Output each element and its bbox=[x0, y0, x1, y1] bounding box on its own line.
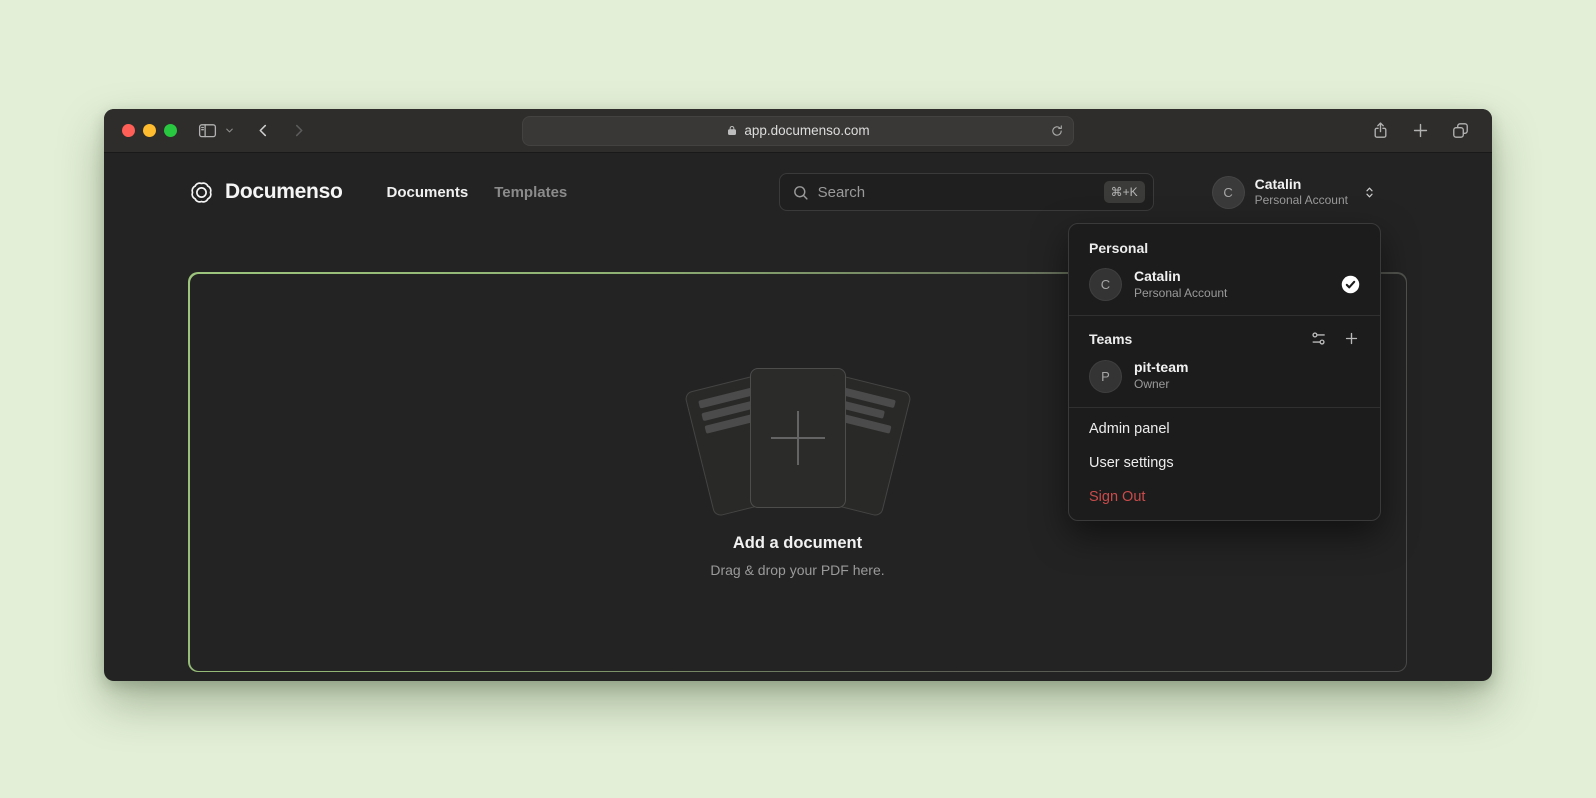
dropzone-title: Add a document bbox=[733, 534, 862, 553]
manage-teams-icon[interactable] bbox=[1310, 330, 1327, 347]
search-input[interactable]: Search ⌘+K bbox=[779, 173, 1154, 211]
titlebar-right-actions bbox=[1371, 121, 1470, 140]
back-button[interactable] bbox=[255, 122, 272, 139]
chevrons-up-down-icon bbox=[1362, 185, 1377, 200]
share-icon[interactable] bbox=[1371, 121, 1390, 140]
zoom-window-button[interactable] bbox=[164, 124, 177, 137]
add-team-icon[interactable] bbox=[1343, 330, 1360, 347]
avatar: C bbox=[1089, 268, 1122, 301]
new-tab-icon[interactable] bbox=[1411, 121, 1430, 140]
search-icon bbox=[792, 184, 809, 201]
chevron-down-icon[interactable] bbox=[224, 125, 235, 136]
brand-logo[interactable]: Documenso bbox=[188, 179, 343, 206]
browser-titlebar: app.documenso.com bbox=[104, 109, 1492, 153]
menu-separator bbox=[1069, 407, 1380, 408]
account-dropdown-menu: Personal C Catalin Personal Account Team… bbox=[1068, 223, 1381, 521]
account-menu-button[interactable]: C Catalin Personal Account bbox=[1212, 176, 1377, 209]
menu-item-user-settings[interactable]: User settings bbox=[1069, 446, 1380, 480]
dropzone-subtitle: Drag & drop your PDF here. bbox=[710, 562, 884, 578]
search-shortcut-badge: ⌘+K bbox=[1104, 181, 1145, 203]
documenso-logo-icon bbox=[188, 179, 215, 206]
menu-separator bbox=[1069, 315, 1380, 316]
close-window-button[interactable] bbox=[122, 124, 135, 137]
account-subtitle: Personal Account bbox=[1255, 193, 1348, 208]
avatar: C bbox=[1212, 176, 1245, 209]
plus-icon bbox=[771, 411, 825, 465]
tab-overview-icon[interactable] bbox=[1451, 121, 1470, 140]
search-placeholder: Search bbox=[818, 184, 866, 201]
address-bar[interactable]: app.documenso.com bbox=[522, 116, 1074, 146]
menu-team-item[interactable]: P pit-team Owner bbox=[1069, 353, 1380, 402]
empty-document-illustration bbox=[688, 366, 908, 516]
browser-window: app.documenso.com bbox=[104, 109, 1492, 681]
menu-account-subtitle: Personal Account bbox=[1134, 286, 1227, 302]
brand-name: Documenso bbox=[225, 180, 343, 204]
window-controls bbox=[122, 124, 177, 137]
app-header: Documenso Documents Templates Search ⌘+K… bbox=[104, 153, 1492, 231]
forward-button[interactable] bbox=[290, 122, 307, 139]
main-nav: Documents Templates bbox=[387, 184, 568, 201]
team-avatar: P bbox=[1089, 360, 1122, 393]
team-role: Owner bbox=[1134, 377, 1188, 393]
team-name: pit-team bbox=[1134, 359, 1188, 376]
nav-templates[interactable]: Templates bbox=[494, 184, 567, 201]
selected-check-icon bbox=[1341, 275, 1360, 294]
address-text: app.documenso.com bbox=[744, 123, 869, 138]
menu-item-sign-out[interactable]: Sign Out bbox=[1069, 480, 1380, 514]
document-card-add bbox=[750, 368, 846, 508]
minimize-window-button[interactable] bbox=[143, 124, 156, 137]
menu-account-name: Catalin bbox=[1134, 268, 1227, 285]
menu-item-admin-panel[interactable]: Admin panel bbox=[1069, 412, 1380, 446]
teams-section-heading: Teams bbox=[1069, 320, 1380, 353]
account-name: Catalin bbox=[1255, 176, 1348, 193]
personal-section-heading: Personal bbox=[1069, 230, 1380, 262]
menu-personal-account-item[interactable]: C Catalin Personal Account bbox=[1069, 262, 1380, 311]
teams-heading-label: Teams bbox=[1089, 331, 1132, 347]
nav-documents[interactable]: Documents bbox=[387, 184, 469, 201]
sidebar-toggle-icon[interactable] bbox=[197, 120, 218, 141]
lock-icon bbox=[726, 124, 738, 137]
reload-button[interactable] bbox=[1050, 124, 1064, 138]
